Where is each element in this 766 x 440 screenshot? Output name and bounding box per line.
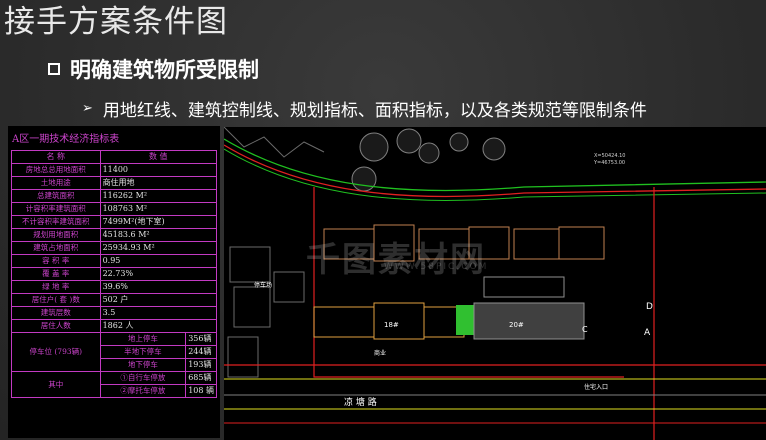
row-value: 0.95 [99, 254, 218, 268]
watermark-url: WWW.58PIC.COM [384, 262, 489, 272]
row-label: 房地总总用地面积 [11, 163, 101, 177]
row-label: 总建筑面积 [11, 189, 101, 203]
parking-value: 356辆 [185, 332, 217, 346]
table-row: 总建筑面积 116262 M² [11, 189, 218, 203]
spec-table-panel: A区一期技术经济指标表 名 称数 值房地总总用地面积 11400 土地用途 商住用地总… [8, 126, 220, 438]
parking-value: 244辆 [185, 345, 217, 359]
spec-table-title: A区一期技术经济指标表 [12, 134, 120, 145]
row-value: 25934.93 M² [99, 241, 218, 255]
row-label: 容 积 率 [11, 254, 101, 268]
table-row: 居住户( 套 )数 502 户 [11, 293, 218, 307]
table-row: 居住人数 1862 人 [11, 319, 218, 333]
row-value: 22.73% [99, 267, 218, 281]
square-bullet-icon [48, 63, 60, 75]
sub-bullet: ➢ 用地红线、建筑控制线、规划指标、面积指标，以及各类规范等限制条件 [82, 96, 647, 121]
other-value: 108 辆 [185, 384, 217, 398]
row-label: 覆 盖 率 [11, 267, 101, 281]
row-value: 11400 [99, 163, 218, 177]
table-row: 土地用途 商住用地 [11, 176, 218, 190]
row-label: 土地用途 [11, 176, 101, 190]
site-coord-x: X=50424.10 [594, 153, 625, 159]
site-label-road: 凉 塘 路 [344, 396, 377, 408]
row-value: 108763 M² [99, 202, 218, 216]
table-row: 不计容积率建筑面积 7499M²(地下室) [11, 215, 218, 229]
sub-bullet-text: 用地红线、建筑控制线、规划指标、面积指标，以及各类规范等限制条件 [102, 101, 647, 121]
site-plan: 18# 20# D A C 凉 塘 路 停车场 商业 住宅入口 X=50424.… [224, 127, 766, 440]
row-label: 建筑层数 [11, 306, 101, 320]
site-label-a: A [644, 328, 651, 338]
table-row: 名 称数 值 [11, 150, 218, 164]
table-row: 建筑层数 3.5 [11, 306, 218, 320]
other-value: 685辆 [185, 371, 217, 385]
site-label-commercial: 商业 [374, 349, 386, 357]
site-label-entrance: 住宅入口 [584, 383, 608, 391]
other-type: ①自行车停放 [99, 371, 187, 385]
row-label: 居住户( 套 )数 [11, 293, 101, 307]
row-value: 3.5 [99, 306, 218, 320]
heading-text: 明确建筑物所受限制 [70, 58, 259, 82]
heading-bullet: 明确建筑物所受限制 [48, 54, 259, 84]
site-label-18: 18# [384, 321, 399, 329]
site-coord-y: Y=46753.00 [593, 160, 625, 166]
table-row: 建筑占地面积 25934.93 M² [11, 241, 218, 255]
parking-type: 地下停车 [99, 358, 187, 372]
row-label: 居住人数 [11, 319, 101, 333]
row-value: 116262 M² [99, 189, 218, 203]
row-label: 建筑占地面积 [11, 241, 101, 255]
header-cell: 名 称 [11, 150, 101, 164]
row-label: 不计容积率建筑面积 [11, 215, 101, 229]
row-value: 45183.6 M² [99, 228, 218, 242]
table-row: 绿 地 率 39.6% [11, 280, 218, 294]
header-cell: 数 值 [99, 150, 218, 164]
site-label-20: 20# [509, 321, 524, 329]
site-label-c: C [582, 325, 588, 334]
row-label: 规划用地面积 [11, 228, 101, 242]
table-row: 计容积率建筑面积 108763 M² [11, 202, 218, 216]
other-label: 其中 [11, 371, 101, 398]
parking-type: 半地下停车 [99, 345, 187, 359]
row-value: 1862 人 [99, 319, 218, 333]
table-row: 覆 盖 率 22.73% [11, 267, 218, 281]
table-row: 停车位 (793辆) 地上停车 356辆 [11, 332, 217, 372]
row-label: 计容积率建筑面积 [11, 202, 101, 216]
table-row: 容 积 率 0.95 [11, 254, 218, 268]
site-label-d: D [646, 302, 653, 312]
row-value: 39.6% [99, 280, 218, 294]
table-row: 规划用地面积 45183.6 M² [11, 228, 218, 242]
site-label-parking: 停车场 [254, 281, 272, 289]
row-value: 7499M²(地下室) [99, 215, 218, 229]
other-type: ②摩托车停放 [99, 384, 187, 398]
watermark: 千图素材网 [306, 240, 486, 280]
table-row: 其中 ①自行车停放 685辆 [11, 371, 217, 398]
parking-value: 193辆 [185, 358, 217, 372]
row-value: 502 户 [99, 293, 218, 307]
parking-label: 停车位 (793辆) [11, 332, 101, 372]
row-value: 商住用地 [99, 176, 218, 190]
site-plan-drawing: 18# 20# D A C 凉 塘 路 停车场 商业 住宅入口 X=50424.… [224, 127, 766, 440]
row-label: 绿 地 率 [11, 280, 101, 294]
spec-table: 名 称数 值房地总总用地面积 11400 土地用途 商住用地 总建筑面积 116262 M… [11, 150, 218, 398]
parking-type: 地上停车 [99, 332, 187, 346]
table-row: 房地总总用地面积 11400 [11, 163, 218, 177]
arrow-bullet-icon: ➢ [82, 101, 93, 116]
slide-title: 接手方案条件图 [4, 4, 228, 40]
